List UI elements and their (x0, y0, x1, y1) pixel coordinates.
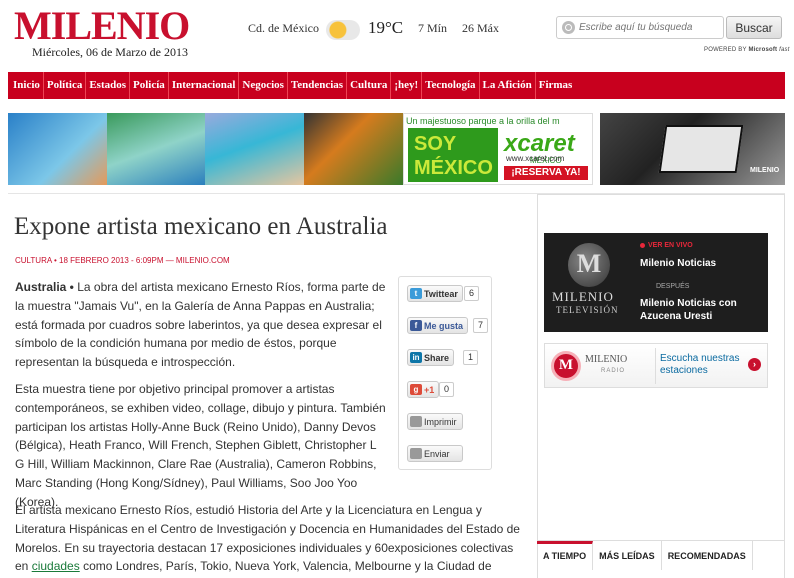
milenio-tv-logo: MILENIO TELEVISIÓN (552, 243, 624, 325)
powered-prefix: POWERED BY (704, 47, 747, 53)
search-input[interactable] (579, 19, 719, 36)
radio-name: MILENIO (585, 354, 628, 365)
print-button[interactable]: Imprimir (407, 413, 463, 430)
ad-xcaret[interactable]: Un majestuoso parque a la orilla del m S… (403, 113, 593, 185)
twitter-icon: t (410, 288, 422, 299)
powered-brand: Microsoft (748, 47, 778, 53)
tab-0[interactable]: A TIEMPO (537, 541, 594, 570)
tv-sub: TELEVISIÓN (556, 305, 619, 315)
linkedin-icon: in (410, 352, 422, 363)
now-show: Milenio Noticias (640, 258, 717, 269)
weather-min: 7 Mín (418, 21, 448, 35)
promo-brand: MILENIO (750, 167, 780, 174)
ad-url: www.xcaret.com (506, 154, 565, 163)
like-count: 7 (473, 318, 489, 333)
nav-item-1[interactable]: Política (44, 72, 87, 99)
nav-item-7[interactable]: Cultura (347, 72, 392, 99)
nav-item-5[interactable]: Negocios (239, 72, 288, 99)
weather-sun-icon (326, 20, 360, 40)
nav-item-9[interactable]: Tecnología (422, 72, 480, 99)
ad-tagline: Un majestuoso parque a la orilla del m (406, 116, 560, 126)
weather-city: Cd. de México (248, 21, 319, 35)
live-link[interactable]: VER EN VIVO (640, 242, 693, 249)
paragraph-text: como Londres, París, Tokio, Nueva York, … (83, 559, 492, 574)
tv-word: MILENIO (552, 289, 614, 304)
ad-devices-promo[interactable]: MILENIO (600, 113, 785, 185)
milenio-logo[interactable]: MILENIO (14, 4, 190, 48)
sidebar-tabs: A TIEMPO MÁS LEÍDAS RECOMENDADAS (537, 540, 785, 570)
linkedin-label: Share (424, 352, 450, 363)
tab-1[interactable]: MÁS LEÍDAS (593, 541, 662, 570)
powered-by: POWERED BY Microsoft fast (704, 47, 790, 53)
device-image (658, 125, 744, 173)
nav-item-2[interactable]: Estados (86, 72, 131, 99)
after-label: DESPUÉS (656, 283, 690, 290)
ad-photo-beach[interactable] (107, 113, 205, 185)
tweet-label: Twittear (424, 288, 458, 299)
ciudades-link[interactable]: ciudades (32, 559, 80, 573)
gplus-icon: g (410, 384, 422, 395)
article-title: Expone artista mexicano en Australia (14, 213, 388, 240)
ad-photo-pool[interactable] (205, 113, 304, 185)
next-show: Milenio Noticias con Azucena Uresti (640, 298, 737, 322)
article-paragraph-3: El artista mexicano Ernesto Ríos, estudi… (15, 501, 520, 578)
radio-sub: RADIO (601, 368, 626, 374)
nav-item-8[interactable]: ¡hey! (391, 72, 423, 99)
current-date: Miércoles, 06 de Marzo de 2013 (32, 45, 188, 59)
gplus-label: +1 (424, 384, 435, 395)
ad-reserve-button[interactable]: ¡RESERVA YA! (504, 166, 588, 180)
nav-item-4[interactable]: Internacional (169, 72, 240, 99)
search-icon (562, 21, 575, 34)
ad-soy-mexico: SOY MÉXICO (408, 128, 498, 182)
nav-item-10[interactable]: La Afición (480, 72, 536, 99)
tweet-count: 6 (464, 286, 480, 301)
article-paragraph-1: Australia • La obra del artista mexicano… (15, 278, 387, 372)
search-box (556, 16, 724, 39)
article-paragraph-2: Esta muestra tiene por objetivo principa… (15, 382, 386, 509)
nav-item-11[interactable]: Firmas (536, 72, 576, 99)
send-label: Enviar (424, 448, 450, 459)
main-nav: Inicio Política Estados Policía Internaciona… (8, 72, 785, 99)
powered-suffix: fast (779, 47, 790, 53)
search-button[interactable]: Buscar (726, 16, 782, 39)
send-button[interactable]: Enviar (407, 445, 463, 462)
facebook-icon: f (410, 320, 422, 331)
nav-item-6[interactable]: Tendencias (288, 72, 348, 99)
ad-photo-dolphin[interactable] (8, 113, 107, 185)
radio-divider (655, 348, 656, 384)
like-button[interactable]: f Me gusta (407, 317, 469, 334)
linkedin-count: 1 (463, 350, 479, 365)
tab-2[interactable]: RECOMENDADAS (662, 541, 753, 570)
milenio-m-icon (568, 243, 610, 287)
print-label: Imprimir (424, 416, 457, 427)
radio-cta: Escucha nuestras estaciones (660, 353, 740, 376)
ad-photo-butterfly[interactable] (304, 113, 403, 185)
weather-temp: 19°C (368, 18, 404, 37)
linkedin-share-button[interactable]: in Share (407, 349, 455, 366)
radio-logo-icon (551, 351, 581, 381)
milenio-radio-widget[interactable]: MILENIO RADIO Escucha nuestras estacione… (544, 343, 768, 388)
nav-item-3[interactable]: Policía (130, 72, 169, 99)
arrow-right-icon[interactable]: › (748, 358, 761, 371)
dateline: Australia • (15, 280, 74, 294)
nav-item-0[interactable]: Inicio (10, 72, 44, 99)
gplus-button[interactable]: g +1 (407, 381, 440, 398)
mail-icon (410, 448, 422, 459)
gplus-count: 0 (439, 382, 455, 397)
weather-max: 26 Máx (462, 21, 499, 35)
like-label: Me gusta (424, 320, 464, 331)
tweet-button[interactable]: t Twittear (407, 285, 463, 302)
print-icon (410, 416, 422, 427)
article-meta: CULTURA • 18 FEBRERO 2013 - 6:09PM — MIL… (15, 256, 230, 265)
share-panel: t Twittear 6 f Me gusta 7 in Share 1 g +1 0 … (398, 276, 492, 470)
